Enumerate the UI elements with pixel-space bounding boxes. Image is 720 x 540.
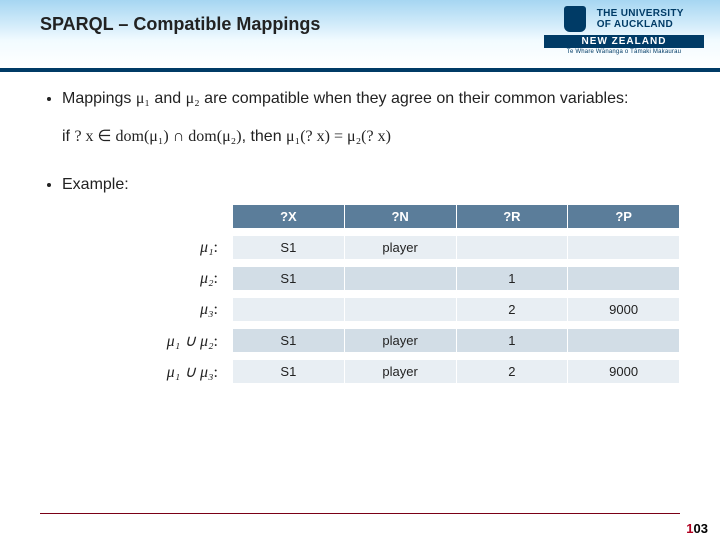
row-label-mu2: μ₂:: [122, 270, 232, 288]
table-row: S1 1: [233, 267, 680, 291]
math-eq: μ₁(? x) = μ₂(? x): [286, 128, 391, 145]
row-label-union12: μ₁ ∪ μ₂:: [122, 331, 232, 351]
footer-rule: [40, 513, 680, 514]
slide-body: Mappings μ₁ and μ₂ are compatible when t…: [0, 72, 720, 384]
math-cond: ? x ∈ dom(μ₁) ∩ dom(μ₂): [74, 128, 241, 145]
table-row: S1 player 2 9000: [233, 360, 680, 384]
logo-subtext: Te Whare Wānanga o Tāmaki Makaurau: [544, 49, 704, 55]
slide-header: SPARQL – Compatible Mappings THE UNIVERS…: [0, 0, 720, 72]
slide-title: SPARQL – Compatible Mappings: [40, 14, 320, 35]
col-x: ?X: [233, 205, 345, 229]
mappings-table: ?X ?N ?R ?P: [232, 204, 680, 229]
bullet-compat: Mappings μ₁ and μ₂ are compatible when t…: [62, 90, 680, 146]
university-logo: THE UNIVERSITY OF AUCKLAND NEW ZEALAND T…: [544, 6, 704, 55]
math-mu1: μ₁: [136, 90, 150, 107]
col-n: ?N: [344, 205, 456, 229]
row-label-mu3: μ₃:: [122, 301, 232, 319]
col-p: ?P: [568, 205, 680, 229]
bullet-example: Example: ?X ?N ?R ?P μ₁: S1 player: [62, 176, 680, 384]
logo-text: THE UNIVERSITY OF AUCKLAND: [597, 8, 684, 30]
col-r: ?R: [456, 205, 568, 229]
row-label-union13: μ₁ ∪ μ₃:: [122, 362, 232, 382]
page-number: 103: [686, 521, 708, 536]
row-label-mu1: μ₁:: [122, 239, 232, 257]
example-block: ?X ?N ?R ?P μ₁: S1 player μ₂: S1: [122, 204, 680, 384]
compat-condition: if ? x ∈ dom(μ₁) ∩ dom(μ₂), then μ₁(? x)…: [62, 126, 680, 146]
table-header-row: ?X ?N ?R ?P: [233, 205, 680, 229]
logo-bar: NEW ZEALAND: [544, 35, 704, 48]
table-row: 2 9000: [233, 298, 680, 322]
table-row: S1 player: [233, 236, 680, 260]
table-row: S1 player 1: [233, 329, 680, 353]
math-mu2: μ₂: [186, 90, 200, 107]
crest-icon: [564, 6, 586, 32]
